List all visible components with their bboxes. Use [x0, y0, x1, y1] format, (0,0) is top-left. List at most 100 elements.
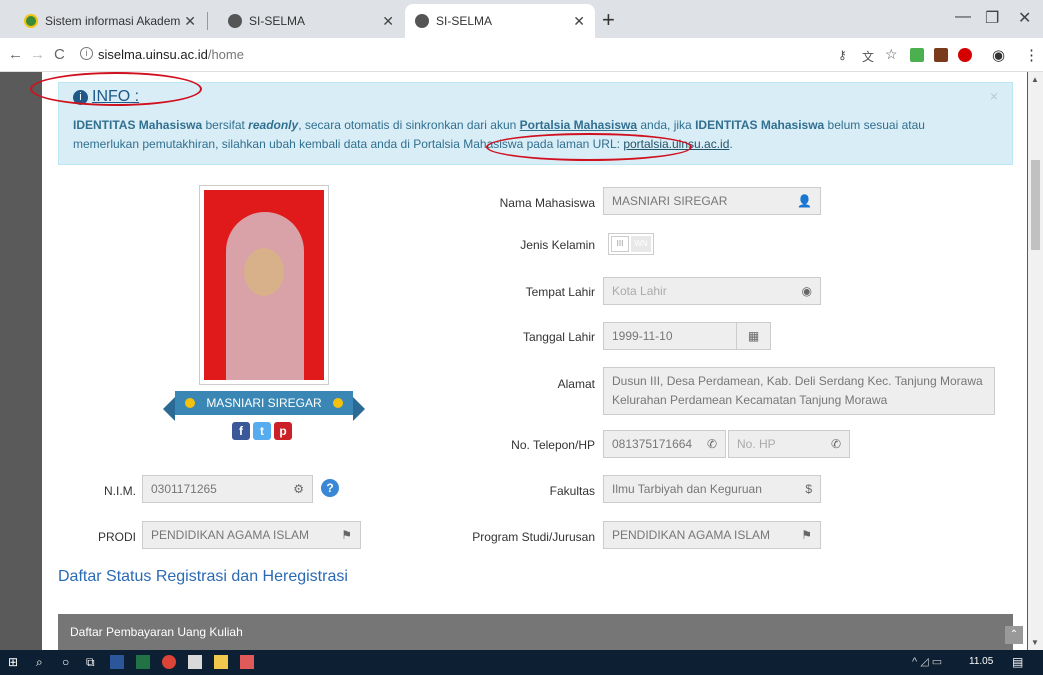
hp-placeholder: No. HP [737, 437, 776, 451]
tab-title: Sistem informasi Akademik - Uni [45, 14, 181, 28]
reload-icon[interactable]: C [54, 46, 65, 63]
alamat-value: Dusun III, Desa Perdamean, Kab. Deli Ser… [612, 374, 983, 407]
pinterest-icon[interactable]: p [274, 422, 292, 440]
tab-siselma-active[interactable]: SI-SELMA ✕ [405, 4, 595, 38]
extension-icon[interactable] [958, 48, 972, 62]
new-tab-button[interactable]: + [602, 7, 615, 33]
word-icon[interactable] [110, 655, 124, 669]
gender-toggle[interactable]: III WN [608, 233, 654, 255]
tab-siakad[interactable]: Sistem informasi Akademik - Uni ✕ [14, 4, 206, 38]
alert-text-bold: IDENTITAS Mahasiswa [695, 118, 825, 132]
nama-value: MASNIARI SIREGAR [612, 194, 728, 208]
student-name-ribbon: MASNIARI SIREGAR [175, 391, 353, 415]
nama-label: Nama Mahasiswa [499, 196, 595, 210]
alert-text: . [729, 137, 733, 151]
tanggal-lahir-field: 1999-11-10 ▦ [603, 322, 771, 350]
globe-icon [228, 14, 242, 28]
scroll-down-icon[interactable]: ▼ [1031, 638, 1039, 647]
jenis-kelamin-label: Jenis Kelamin [520, 238, 595, 252]
system-tray-icons[interactable]: ^ ◿ ▭ [912, 655, 942, 668]
ribbon-tail-right [353, 397, 365, 421]
close-tab-icon[interactable]: ✕ [573, 13, 585, 30]
prodi-field: PENDIDIKAN AGAMA ISLAM ⚑ [142, 521, 361, 549]
close-window-icon[interactable]: ✕ [1018, 8, 1031, 28]
toggle-knob: III [611, 236, 629, 252]
alert-text-bold: Portalsia Mahasiswa [519, 118, 638, 132]
hp-field: No. HP ✆ [728, 430, 850, 458]
close-alert-icon[interactable]: × [990, 88, 998, 104]
program-studi-value: PENDIDIKAN AGAMA ISLAM [612, 528, 771, 542]
photo-face [244, 248, 284, 296]
extension-icon[interactable] [910, 48, 924, 62]
back-to-top-icon[interactable]: ⌃ [1005, 626, 1023, 644]
nim-value: 0301171265 [151, 482, 217, 496]
tab-separator [207, 12, 208, 30]
phone-icon: ✆ [830, 437, 841, 451]
url-path: /home [207, 47, 244, 62]
tab-title: SI-SELMA [249, 14, 306, 28]
fakultas-label: Fakultas [549, 484, 595, 498]
search-icon[interactable]: ⌕ [36, 655, 50, 669]
user-icon: 👤 [797, 194, 812, 208]
alamat-label: Alamat [557, 377, 595, 391]
scrollbar-thumb[interactable] [1031, 160, 1040, 250]
fakultas-value: Ilmu Tarbiyah dan Keguruan [612, 482, 762, 496]
alamat-field: Dusun III, Desa Perdamean, Kab. Deli Ser… [603, 367, 995, 415]
windows-taskbar: ⊞ ⌕ ○ ⧉ ^ ◿ ▭ 11.05 ▤ [0, 650, 1043, 675]
photo-hijab [226, 212, 304, 380]
flag-icon: ⚑ [801, 528, 812, 542]
flag-icon: ⚑ [341, 528, 352, 542]
faculty-icon: $ [805, 482, 812, 496]
globe-icon [415, 14, 429, 28]
nim-label: N.I.M. [104, 484, 136, 498]
site-info-icon[interactable]: i [80, 47, 93, 60]
close-tab-icon[interactable]: ✕ [184, 13, 196, 30]
telepon-field: 081375171664 ✆ [603, 430, 726, 458]
alert-text: , secara otomatis di sinkronkan dari aku… [298, 118, 520, 132]
browser-tab-strip: Sistem informasi Akademik - Uni ✕ SI-SEL… [0, 0, 1043, 38]
calendar-icon[interactable]: ▦ [736, 323, 770, 349]
mail-icon[interactable] [188, 655, 202, 669]
alert-text: anda, jika [637, 118, 696, 132]
address-bar: ← → C i siselma.uinsu.ac.id/home ⚷ 文 ☆ ◉… [0, 38, 1043, 72]
back-icon[interactable]: ← [8, 46, 23, 63]
extension-icon[interactable] [934, 48, 948, 62]
facebook-icon[interactable]: f [232, 422, 250, 440]
chrome-icon[interactable] [162, 655, 176, 669]
tempat-lahir-placeholder: Kota Lahir [612, 284, 667, 298]
task-view-icon[interactable]: ⧉ [86, 655, 100, 669]
scroll-up-icon[interactable]: ▲ [1031, 75, 1039, 84]
tab-siselma-1[interactable]: SI-SELMA ✕ [218, 4, 404, 38]
excel-icon[interactable] [136, 655, 150, 669]
help-icon[interactable]: ? [321, 479, 339, 497]
gears-icon: ⚙ [293, 482, 304, 496]
ribbon-dot [333, 398, 343, 408]
menu-icon[interactable]: ⋮ [1024, 46, 1039, 64]
notifications-icon[interactable]: ▤ [1012, 655, 1026, 669]
prodi-value: PENDIDIKAN AGAMA ISLAM [151, 528, 310, 542]
student-name: MASNIARI SIREGAR [206, 396, 322, 410]
explorer-icon[interactable] [214, 655, 228, 669]
fakultas-field: Ilmu Tarbiyah dan Keguruan $ [603, 475, 821, 503]
cortana-icon[interactable]: ○ [62, 655, 76, 669]
close-tab-icon[interactable]: ✕ [382, 13, 394, 30]
nama-field: MASNIARI SIREGAR 👤 [603, 187, 821, 215]
bookmark-star-icon[interactable]: ☆ [885, 46, 898, 63]
pdf-icon[interactable] [240, 655, 254, 669]
windows-start-icon[interactable]: ⊞ [8, 655, 22, 669]
key-icon[interactable]: ⚷ [838, 48, 847, 62]
translate-icon[interactable]: 文 [862, 48, 874, 65]
restore-icon[interactable]: ❐ [985, 8, 999, 28]
profile-icon[interactable]: ◉ [992, 46, 1005, 64]
ribbon-dot [185, 398, 195, 408]
clock[interactable]: 11.05 [969, 656, 993, 667]
toggle-on-label: WN [631, 236, 651, 252]
scrollbar[interactable] [1028, 72, 1043, 650]
url-field[interactable]: siselma.uinsu.ac.id/home [98, 47, 244, 62]
minimize-icon[interactable]: — [955, 8, 971, 26]
twitter-icon[interactable]: t [253, 422, 271, 440]
forward-icon[interactable]: → [30, 46, 45, 63]
student-photo-frame [199, 185, 329, 385]
payment-list-header[interactable]: Daftar Pembayaran Uang Kuliah [58, 614, 1013, 650]
url-host: siselma.uinsu.ac.id [98, 47, 208, 62]
